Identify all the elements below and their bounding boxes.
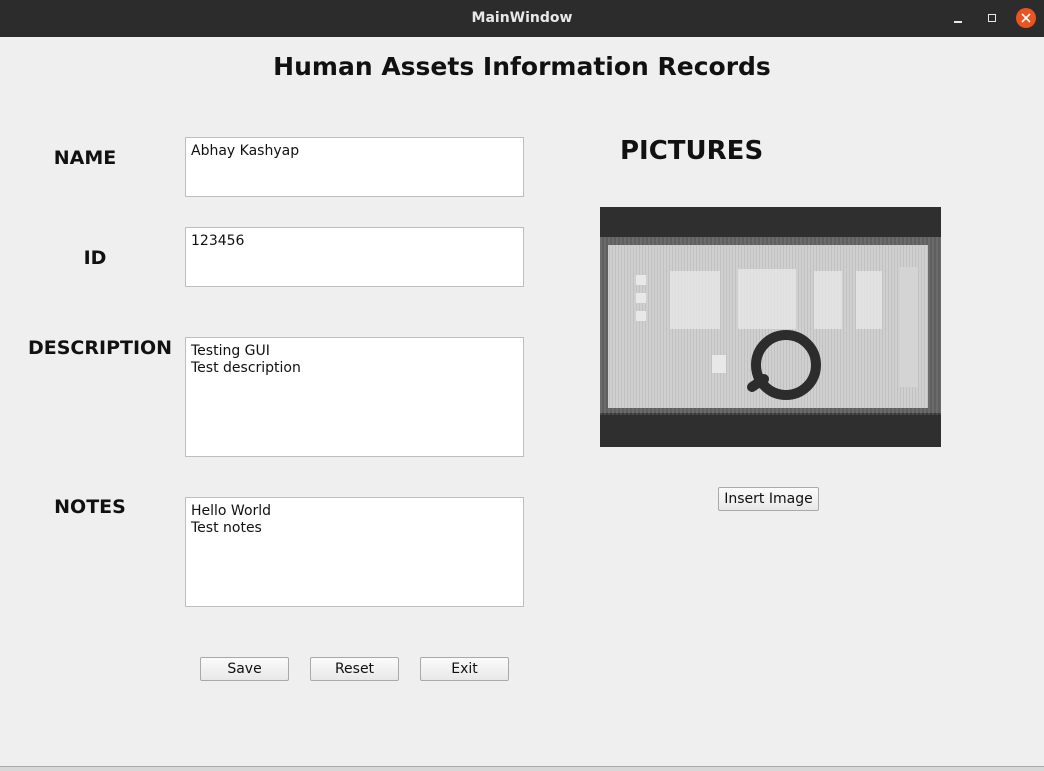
save-button[interactable]: Save [200, 657, 289, 681]
insert-image-button[interactable]: Insert Image [718, 487, 819, 511]
description-field[interactable]: Testing GUI Test description [185, 337, 524, 457]
id-line-1: 123456 [191, 233, 245, 249]
notes-line-2: Test notes [191, 520, 262, 536]
close-icon[interactable] [1016, 8, 1036, 28]
picture-preview [600, 207, 941, 447]
id-label: ID [83, 247, 107, 269]
pictures-heading: PICTURES [620, 136, 764, 166]
description-line-2: Test description [191, 360, 301, 376]
exit-button[interactable]: Exit [420, 657, 509, 681]
window-titlebar: MainWindow [0, 0, 1044, 37]
notes-label: NOTES [54, 496, 126, 518]
notes-line-1: Hello World [191, 503, 272, 519]
id-field[interactable]: 123456 [185, 227, 524, 287]
reset-button[interactable]: Reset [310, 657, 399, 681]
description-label: DESCRIPTION [28, 337, 173, 359]
window-title: MainWindow [471, 10, 573, 26]
minimize-icon[interactable] [948, 8, 968, 28]
window-bottom-edge [0, 766, 1044, 771]
description-line-1: Testing GUI [191, 343, 270, 359]
name-field[interactable]: Abhay Kashyap [185, 137, 524, 197]
notes-field[interactable]: Hello World Test notes [185, 497, 524, 607]
name-label: NAME [53, 147, 117, 169]
name-line-1: Abhay Kashyap [191, 143, 300, 159]
photo-image-icon [600, 207, 941, 447]
page-title: Human Assets Information Records [273, 52, 771, 81]
maximize-icon[interactable] [982, 8, 1002, 28]
